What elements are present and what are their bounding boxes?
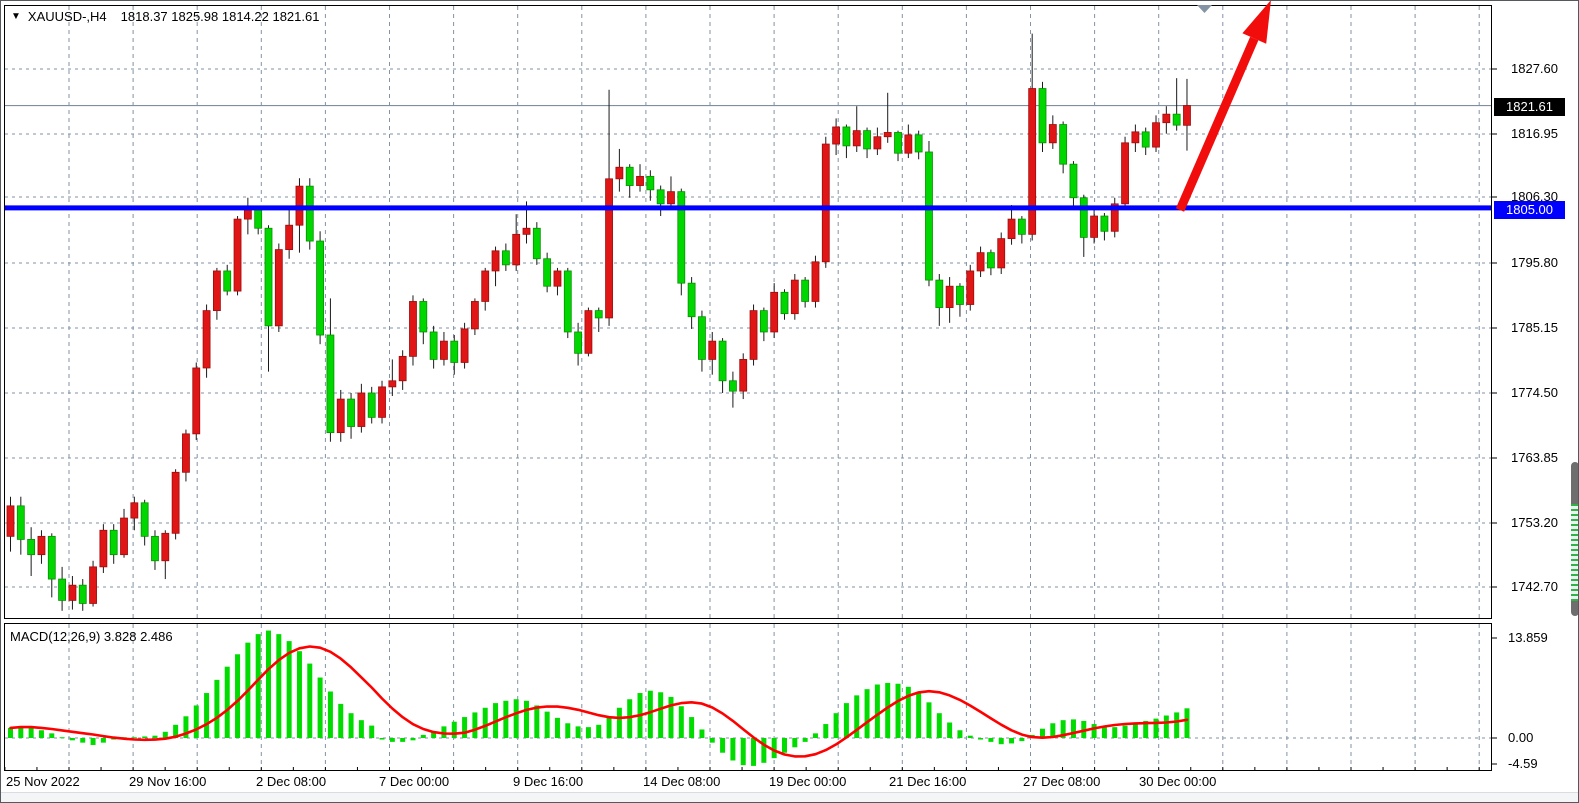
price-axis-label: 1816.95 [1511, 126, 1558, 142]
symbol-timeframe-label: XAUUSD-,H4 [28, 9, 107, 24]
time-axis-label: 19 Dec 00:00 [769, 774, 846, 789]
time-axis-label: 21 Dec 16:00 [889, 774, 966, 789]
macd-panel-area[interactable] [4, 623, 1492, 771]
level-price-badge: 1805.00 [1494, 201, 1565, 219]
time-axis-label: 25 Nov 2022 [6, 774, 80, 789]
price-axis-label: 1774.50 [1511, 385, 1558, 401]
time-axis-label: 27 Dec 08:00 [1023, 774, 1100, 789]
time-axis-label: 7 Dec 00:00 [379, 774, 449, 789]
price-axis-label: 1795.80 [1511, 255, 1558, 271]
symbol-dropdown-icon[interactable]: ▼ [11, 10, 21, 23]
price-axis-label: 1763.85 [1511, 450, 1558, 466]
price-axis-label: 1827.60 [1511, 61, 1558, 77]
macd-axis-label: -4.59 [1508, 756, 1538, 772]
price-axis-label: 1742.70 [1511, 579, 1558, 595]
price-axis-label: 1785.15 [1511, 320, 1558, 336]
scrollbar-stripes [1571, 504, 1579, 601]
time-axis-label: 2 Dec 08:00 [256, 774, 326, 789]
price-axis-label: 1753.20 [1511, 515, 1558, 531]
macd-axis-label: 0.00 [1508, 730, 1533, 746]
ohlc-header: ▼ XAUUSD-,H4 1818.37 1825.98 1814.22 182… [11, 9, 319, 24]
macd-axis-label: 13.859 [1508, 630, 1548, 646]
scrollbar-thumb[interactable] [1571, 462, 1579, 616]
time-axis[interactable] [4, 772, 1492, 792]
macd-indicator-label: MACD(12,26,9) 3.828 2.486 [10, 629, 173, 644]
time-axis-label: 9 Dec 16:00 [513, 774, 583, 789]
mt4-chart-window: ▼ XAUUSD-,H4 1818.37 1825.98 1814.22 182… [0, 0, 1579, 803]
main-chart-area[interactable] [4, 5, 1492, 619]
time-axis-label: 29 Nov 16:00 [129, 774, 206, 789]
ohlc-values: 1818.37 1825.98 1814.22 1821.61 [121, 9, 320, 24]
current-price-badge: 1821.61 [1494, 98, 1565, 116]
time-axis-label: 30 Dec 00:00 [1139, 774, 1216, 789]
time-axis-label: 14 Dec 08:00 [643, 774, 720, 789]
window-bottom-strip [1, 792, 1579, 803]
